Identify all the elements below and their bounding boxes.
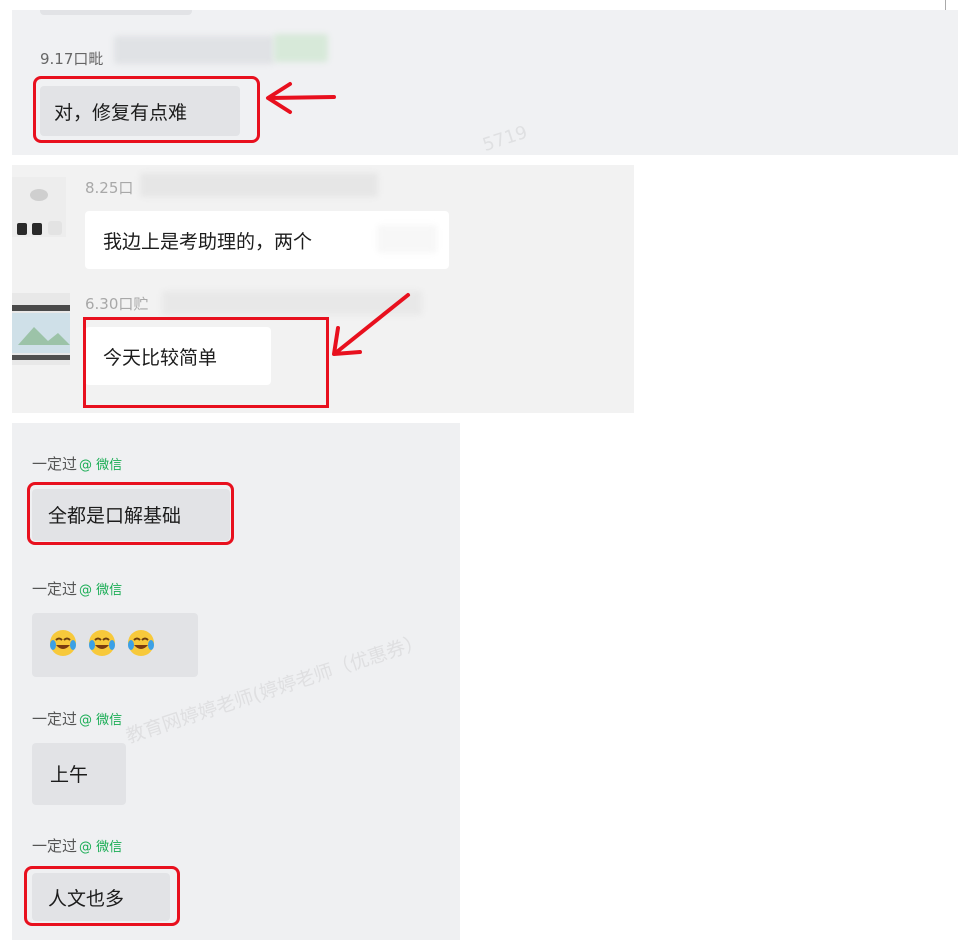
avatar — [12, 177, 66, 237]
message-timestamp: 6.30口贮 — [85, 295, 149, 313]
blurred-sender-tail — [274, 34, 328, 62]
chat-panel-2: 8.25口 我边上是考助理的，两个 6.30口贮 今天比较简单 正 — [12, 165, 634, 413]
chat-panel-1: 9.17口毗 对，修复有点难 5719 — [12, 10, 958, 155]
sender-line: 一定过 @ 微信 — [32, 835, 122, 856]
source-tag: @ 微信 — [79, 840, 123, 855]
sender-line: 一定过 @ 微信 — [32, 708, 122, 729]
highlight-box — [27, 482, 234, 545]
source-tag: @ 微信 — [79, 713, 123, 728]
sender-name: 一定过 — [32, 837, 78, 855]
sender-name: 一定过 — [32, 580, 78, 598]
sender-line: 一定过 @ 微信 — [32, 578, 122, 599]
sender-name: 一定过 — [32, 455, 78, 473]
highlight-box — [83, 317, 329, 408]
sender-line: 一定过 @ 微信 — [32, 453, 122, 474]
avatar-image — [12, 293, 70, 365]
avatar-image — [12, 177, 66, 237]
watermark: 5719 — [480, 121, 531, 155]
emoji-bubble[interactable] — [32, 613, 198, 677]
message-timestamp: 9.17口毗 — [40, 50, 104, 68]
blurred-sender — [114, 36, 274, 64]
blurred-text-end — [377, 225, 437, 253]
previous-bubble-edge — [40, 10, 192, 15]
face-with-tears-of-joy-icon — [50, 630, 76, 656]
source-tag: @ 微信 — [79, 583, 123, 598]
chat-panel-3: 一定过 @ 微信 全都是口解基础 一定过 @ 微信 一定过 @ 微信 上午 一定过 @ … — [12, 423, 460, 940]
message-timestamp: 8.25口 — [85, 179, 134, 197]
message-bubble[interactable]: 上午 — [32, 743, 126, 805]
source-tag: @ 微信 — [79, 458, 123, 473]
highlight-box — [24, 866, 180, 926]
blurred-sender — [162, 291, 422, 315]
avatar — [12, 293, 70, 365]
highlight-box — [33, 76, 260, 143]
sender-name: 一定过 — [32, 710, 78, 728]
face-with-tears-of-joy-icon — [89, 630, 116, 656]
blurred-sender — [140, 173, 378, 197]
face-with-tears-of-joy-icon — [128, 630, 155, 656]
